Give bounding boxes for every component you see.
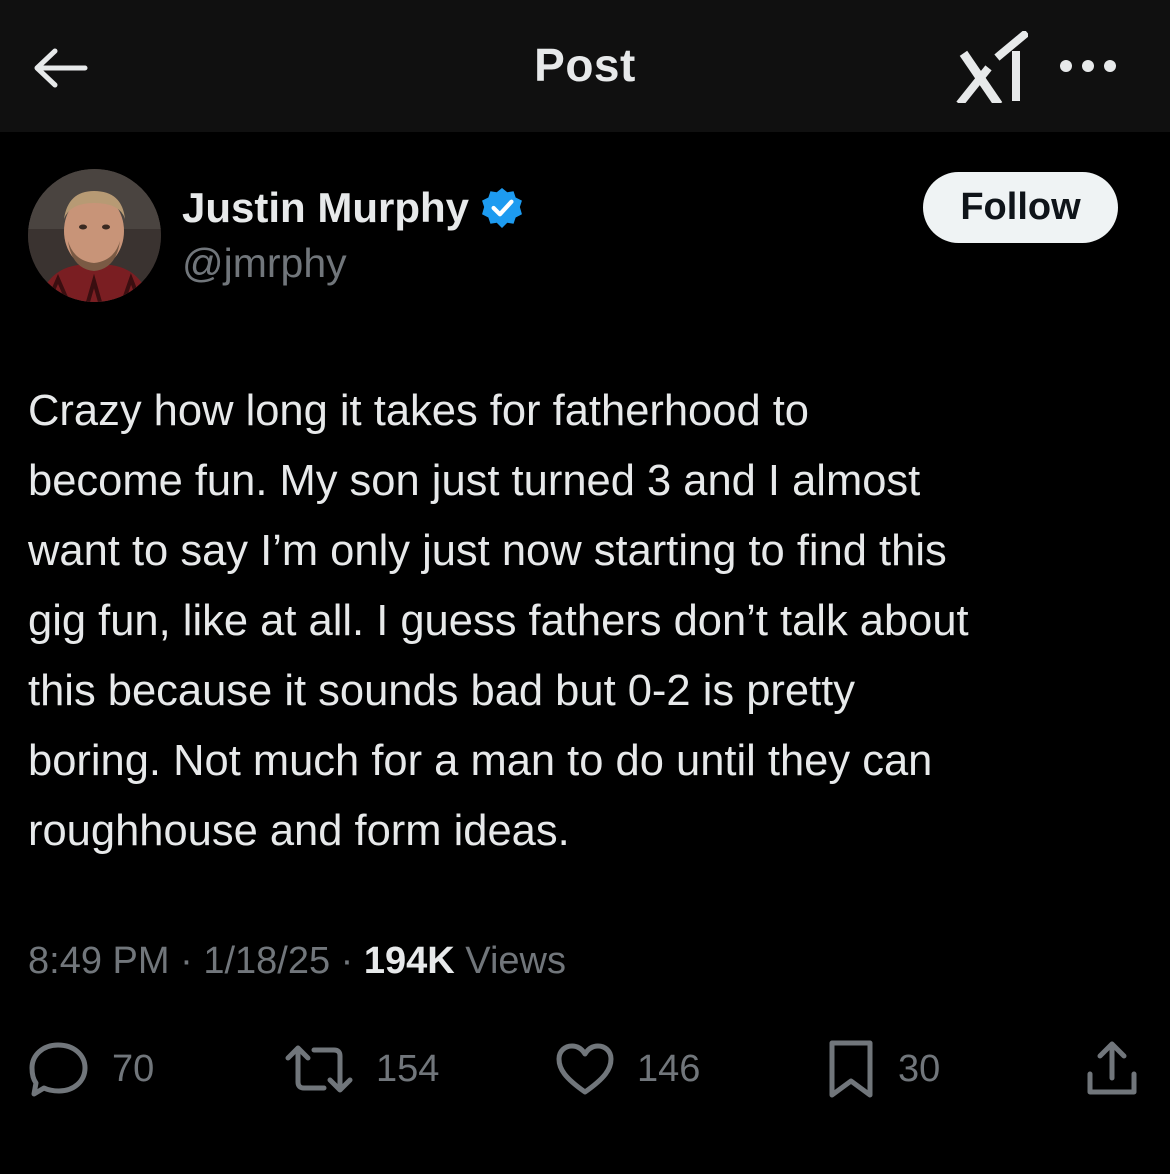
reply-count: 70 xyxy=(112,1047,155,1090)
avatar[interactable] xyxy=(28,169,161,302)
follow-button[interactable]: Follow xyxy=(923,172,1118,243)
author-name-text: Justin Murphy xyxy=(182,184,470,231)
heart-icon xyxy=(556,1043,614,1095)
post-text-line: roughhouse and form ideas. xyxy=(28,807,570,855)
post-date: 1/18/25 xyxy=(203,940,331,982)
top-bar: Post xyxy=(0,0,1170,132)
repost-button[interactable]: 154 xyxy=(284,1036,439,1102)
meta-separator: · xyxy=(169,940,204,982)
bookmark-button[interactable]: 30 xyxy=(826,1036,940,1102)
meta-separator: · xyxy=(330,940,364,982)
grok-icon xyxy=(956,31,1028,103)
verified-badge-icon xyxy=(482,188,522,228)
post-text-line: Crazy how long it takes for fatherhood t… xyxy=(28,387,810,435)
bookmark-count: 30 xyxy=(898,1047,941,1090)
repost-count: 154 xyxy=(376,1047,440,1090)
share-button[interactable] xyxy=(1084,1036,1140,1102)
post-text-line: want to say I’m only just now starting t… xyxy=(28,527,947,575)
share-icon xyxy=(1087,1041,1137,1095)
post-meta: 8:49 PM · 1/18/25 · 194K Views xyxy=(28,940,566,983)
more-options-button[interactable] xyxy=(1052,40,1124,92)
reply-button[interactable]: 70 xyxy=(28,1036,154,1102)
post-text-line: boring. Not much for a man to do until t… xyxy=(28,737,933,785)
author-handle[interactable]: @jmrphy xyxy=(182,240,347,287)
author-display-name[interactable]: Justin Murphy xyxy=(182,184,523,232)
like-button[interactable]: 146 xyxy=(555,1036,700,1102)
grok-button[interactable] xyxy=(950,26,1034,108)
views-label: Views xyxy=(454,940,566,982)
post-text: Crazy how long it takes for fatherhood t… xyxy=(28,376,1148,866)
bookmark-icon xyxy=(829,1040,873,1098)
post-text-line: become fun. My son just turned 3 and I a… xyxy=(28,457,921,505)
reply-icon xyxy=(29,1042,88,1097)
views-count[interactable]: 194K xyxy=(364,940,455,982)
post-text-line: this because it sounds bad but 0-2 is pr… xyxy=(28,667,855,715)
post-time: 8:49 PM xyxy=(28,940,170,982)
repost-icon xyxy=(285,1045,353,1093)
avatar-photo xyxy=(28,169,161,302)
like-count: 146 xyxy=(637,1047,701,1090)
more-dots-icon xyxy=(1060,60,1116,72)
bottom-divider xyxy=(0,1160,1170,1174)
post-text-line: gig fun, like at all. I guess fathers do… xyxy=(28,597,969,645)
